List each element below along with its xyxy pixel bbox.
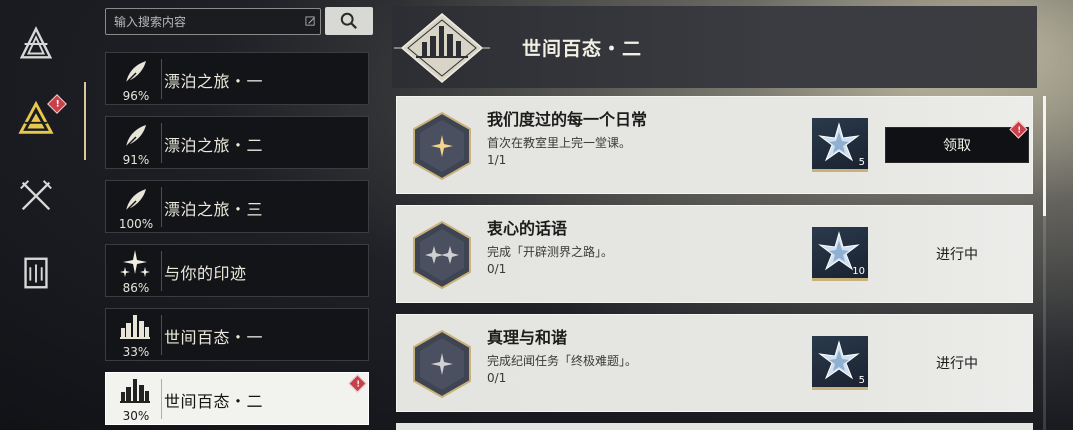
- category-notification-badge: !: [348, 374, 367, 393]
- category-label: 世间百态・二: [164, 392, 264, 411]
- feather-icon: [114, 119, 156, 153]
- achievement-title: 我们度过的每一个日常: [487, 110, 648, 129]
- category-divider: [161, 187, 162, 227]
- rail-item-combat[interactable]: [14, 174, 58, 218]
- city-skyline-emblem-icon: [394, 13, 490, 83]
- achievement-scrollbar[interactable]: [1043, 96, 1046, 430]
- category-divider: [161, 315, 162, 355]
- category-item[interactable]: 33% 世间百态・一: [105, 308, 369, 361]
- category-label: 与你的印迹: [164, 264, 247, 283]
- triangle-logo-icon: [19, 26, 53, 59]
- category-item[interactable]: 91% 漂泊之旅・二: [105, 116, 369, 169]
- category-percent: 86%: [122, 281, 150, 295]
- achievement-hex-badge: [413, 329, 471, 399]
- category-label: 漂泊之旅・一: [164, 72, 264, 91]
- category-label: 世间百态・一: [164, 328, 264, 347]
- category-percent: 96%: [122, 89, 150, 103]
- search-button[interactable]: [325, 7, 373, 35]
- category-item[interactable]: 86% 与你的印迹: [105, 244, 369, 297]
- star-crystal-icon: [818, 340, 860, 380]
- rail-item-cards[interactable]: [14, 251, 58, 295]
- rail-active-indicator: [84, 82, 86, 160]
- achievement-card: 真理与和谐 完成纪闻任务「终极难题」。 0/1 5 进行中: [396, 314, 1033, 412]
- category-percent: 91%: [122, 153, 150, 167]
- achievement-description: 首次在教室里上完一堂课。: [487, 136, 632, 150]
- sparkle-stars-icon: [114, 247, 156, 281]
- city-skyline-icon: [114, 311, 156, 345]
- claim-notification-badge: !: [1009, 120, 1028, 139]
- category-divider: [161, 59, 162, 99]
- in-progress-status: 进行中: [936, 356, 978, 372]
- reward-item[interactable]: 5: [812, 118, 868, 172]
- category-divider: [161, 123, 162, 163]
- category-percent: 100%: [118, 217, 154, 231]
- claim-button[interactable]: 领取 !: [885, 120, 1029, 163]
- category-percent: 30%: [122, 409, 150, 423]
- feather-icon: [114, 183, 156, 217]
- star-crystal-icon: [818, 122, 860, 162]
- in-progress-status: 进行中: [936, 247, 978, 263]
- city-skyline-icon: [114, 375, 156, 409]
- reward-item[interactable]: 10: [812, 227, 868, 281]
- feather-icon: [114, 55, 156, 89]
- side-rail: !: [0, 0, 86, 430]
- achievement-title: 衷心的话语: [487, 219, 568, 238]
- achievement-hex-badge: [413, 111, 471, 181]
- achievement-card: 我们度过的每一个日常 首次在教室里上完一堂课。 1/1 5 领取 !: [396, 96, 1033, 194]
- reward-item[interactable]: 5: [812, 336, 868, 390]
- category-item-selected[interactable]: 30% 世间百态・二 !: [105, 372, 369, 425]
- reward-count: 10: [852, 266, 865, 277]
- category-divider: [161, 379, 162, 419]
- edit-pencil-icon[interactable]: [300, 12, 320, 32]
- scroll-thumb[interactable]: [1043, 96, 1046, 216]
- category-divider: [161, 251, 162, 291]
- category-label: 漂泊之旅・二: [164, 136, 264, 155]
- category-item[interactable]: 96% 漂泊之旅・一: [105, 52, 369, 105]
- achievement-progress: 0/1: [487, 262, 507, 276]
- achievement-title: 真理与和谐: [487, 328, 568, 347]
- achievement-progress: 1/1: [487, 153, 507, 167]
- achievement-card: 衷心的话语 完成「开辟测界之路」。 0/1 10 进行中: [396, 205, 1033, 303]
- claim-label: 领取: [943, 138, 971, 154]
- crossed-swords-icon: [20, 180, 52, 211]
- reward-count: 5: [858, 375, 865, 386]
- achievement-progress: 0/1: [487, 371, 507, 385]
- category-label: 漂泊之旅・三: [164, 200, 264, 219]
- achievement-hex-badge: [413, 220, 471, 290]
- achievement-description: 完成「开辟测界之路」。: [487, 245, 614, 259]
- reward-count: 5: [858, 157, 865, 168]
- achievement-card-partial: [396, 423, 1033, 430]
- search-icon: [340, 12, 357, 29]
- search-field[interactable]: [105, 8, 321, 35]
- card-deck-icon: [24, 257, 48, 289]
- category-item[interactable]: 100% 漂泊之旅・三: [105, 180, 369, 233]
- search-input[interactable]: [114, 14, 300, 29]
- page-title: 世间百态・二: [522, 38, 643, 60]
- rail-item-achievements[interactable]: !: [14, 94, 67, 141]
- achievement-description: 完成纪闻任务「终极难题」。: [487, 354, 638, 368]
- category-header: 世间百态・二: [392, 6, 1037, 88]
- category-percent: 33%: [122, 345, 150, 359]
- rail-item-home[interactable]: [14, 22, 58, 66]
